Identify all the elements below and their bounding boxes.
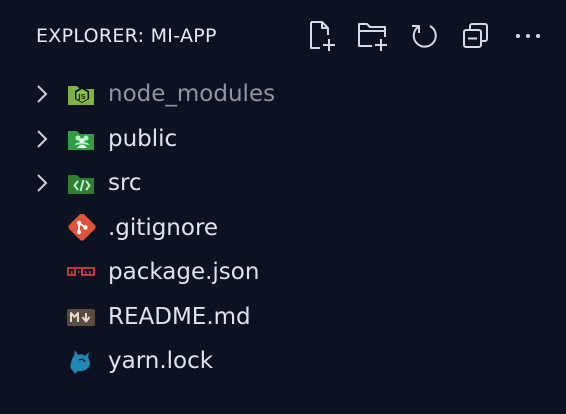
- tree-item-readme[interactable]: README.md: [0, 295, 566, 340]
- tree-item-package-json[interactable]: package.json: [0, 250, 566, 295]
- folder-public-icon: [66, 125, 96, 153]
- tree-item-gitignore[interactable]: .gitignore: [0, 206, 566, 251]
- new-folder-icon[interactable]: [354, 18, 390, 54]
- tree-item-node-modules[interactable]: JS node_modules: [0, 72, 566, 117]
- tree-item-label: .gitignore: [108, 214, 219, 241]
- explorer-header: EXPLORER: MI-APP: [0, 0, 566, 74]
- tree-item-label: public: [108, 125, 178, 152]
- tree-item-label: src: [108, 170, 142, 196]
- git-icon: [66, 212, 96, 242]
- collapse-all-icon[interactable]: [458, 18, 494, 54]
- yarn-icon: [66, 347, 96, 375]
- explorer-title: EXPLORER: MI-APP: [36, 25, 217, 47]
- npm-icon: [66, 258, 96, 286]
- tree-item-yarn-lock[interactable]: yarn.lock: [0, 339, 566, 384]
- tree-item-public[interactable]: public: [0, 117, 566, 162]
- chevron-right-icon[interactable]: [34, 83, 50, 105]
- new-file-icon[interactable]: [302, 18, 338, 54]
- svg-text:JS: JS: [77, 93, 86, 101]
- chevron-right-icon[interactable]: [34, 172, 50, 194]
- tree-item-label: package.json: [108, 259, 260, 285]
- tree-item-label: yarn.lock: [108, 348, 214, 374]
- chevron-right-icon[interactable]: [34, 128, 50, 150]
- tree-item-src[interactable]: src: [0, 161, 566, 206]
- file-tree: JS node_modules public src .gitignore pa…: [0, 72, 566, 384]
- tree-item-label: node_modules: [108, 81, 276, 107]
- more-actions-icon[interactable]: [510, 18, 546, 54]
- markdown-icon: [66, 303, 96, 331]
- folder-node-icon: JS: [66, 80, 96, 108]
- refresh-icon[interactable]: [406, 18, 442, 54]
- folder-src-icon: [66, 169, 96, 197]
- explorer-panel: EXPLORER: MI-APP JS node_modules public …: [0, 0, 566, 414]
- tree-item-label: README.md: [108, 303, 251, 330]
